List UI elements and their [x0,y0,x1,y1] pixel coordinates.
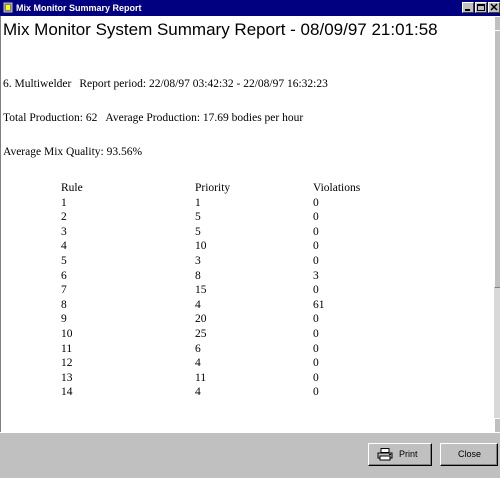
column-header-violations: Violations [313,182,361,194]
station-name: 6. Multiwelder [3,78,72,90]
rule-cell: 11 [61,342,73,355]
window-titlebar[interactable]: Mix Monitor Summary Report [0,0,500,16]
priority-cell: 5 [195,211,201,224]
total-production: Total Production: 62 [3,112,98,124]
priority-cell: 3 [195,254,201,267]
report-station-line: 6. Multiwelder Report period: 22/08/97 03… [3,78,328,90]
report-content: Mix Monitor System Summary Report - 08/0… [0,16,494,432]
scroll-down-button[interactable] [494,418,500,432]
scroll-thumb[interactable] [494,30,500,288]
scroll-up-button[interactable] [494,16,500,30]
close-button[interactable]: Close [440,443,498,466]
violations-cell: 0 [313,284,319,297]
close-label: Close [458,449,482,459]
priority-cell: 8 [195,269,201,282]
priority-cell: 10 [195,240,207,253]
rule-cell: 8 [61,298,67,311]
rule-cell: 5 [61,254,67,267]
rule-cell: 2 [61,211,67,224]
rule-cell: 1 [61,196,67,209]
button-bar: Print Close [0,432,500,478]
violations-cell: 0 [313,386,319,399]
maximize-button[interactable] [475,2,487,13]
mix-quality-line: Average Mix Quality: 93.56% [3,146,142,158]
priority-cell: 4 [195,386,201,399]
rule-cell: 9 [61,313,67,326]
priority-cell: 5 [195,225,201,238]
priority-cell: 4 [195,357,201,370]
violations-cell: 0 [313,225,319,238]
violations-cell: 0 [313,313,319,326]
minimize-icon [465,9,470,11]
report-title: Mix Monitor System Summary Report - 08/0… [3,20,438,39]
report-period: Report period: 22/08/97 03:42:32 - 22/08… [79,78,328,90]
priority-cell: 6 [195,342,201,355]
vertical-scrollbar[interactable] [494,16,500,432]
printer-icon [377,448,393,461]
column-header-rule: Rule [61,182,83,194]
rule-cell: 12 [61,357,73,370]
app-icon [3,2,13,13]
priority-cell: 20 [195,313,207,326]
close-icon [490,3,498,11]
violations-cell: 0 [313,254,319,267]
violations-cell: 0 [313,371,319,384]
priority-cell: 25 [195,327,207,340]
print-label: Print [399,449,418,459]
print-button[interactable]: Print [368,443,432,466]
violations-cell: 3 [313,269,319,282]
violations-cell: 0 [313,240,319,253]
column-header-priority: Priority [195,182,231,194]
rule-cell: 10 [61,327,73,340]
close-window-button[interactable] [488,2,500,13]
window-title: Mix Monitor Summary Report [16,3,142,13]
rule-cell: 3 [61,225,67,238]
rule-cell: 13 [61,371,73,384]
minimize-button[interactable] [462,2,474,13]
violations-cell: 0 [313,357,319,370]
priority-cell: 15 [195,284,207,297]
production-line: Total Production: 62 Average Production: … [3,112,303,124]
violations-cell: 0 [313,327,319,340]
rule-cell: 4 [61,240,67,253]
rule-cell: 7 [61,284,67,297]
rule-cell: 6 [61,269,67,282]
maximize-icon [477,4,485,11]
priority-cell: 1 [195,196,201,209]
violations-cell: 0 [313,196,319,209]
priority-cell: 4 [195,298,201,311]
violations-cell: 0 [313,211,319,224]
rule-cell: 14 [61,386,73,399]
average-mix-quality: Average Mix Quality: 93.56% [3,146,143,158]
priority-cell: 11 [195,371,207,384]
average-production: Average Production: 17.69 bodies per hou… [105,112,304,124]
violations-cell: 61 [313,298,325,311]
violations-cell: 0 [313,342,319,355]
